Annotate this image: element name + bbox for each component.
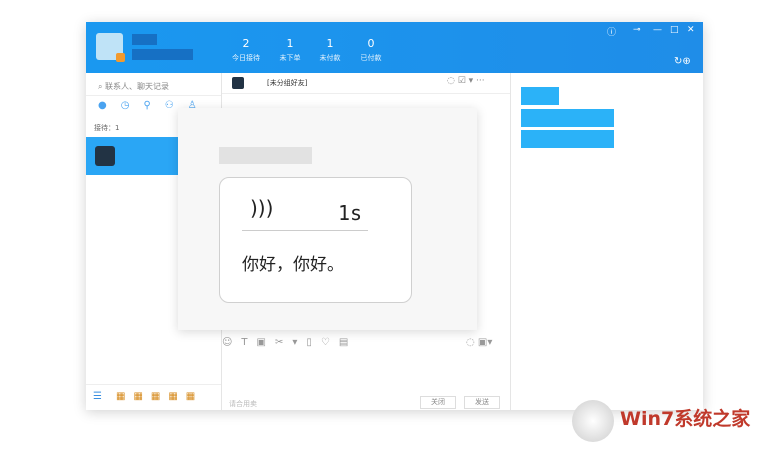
stat-label: 今日接待 xyxy=(232,54,260,62)
pin-icon[interactable]: ⊸ xyxy=(633,25,641,35)
username-redacted xyxy=(132,34,157,45)
contact-avatar xyxy=(95,146,115,166)
input-toolbar[interactable]: ☺T▣✂▾▯♡▤ xyxy=(222,337,357,348)
close-icon[interactable]: ✕ xyxy=(687,25,695,35)
input-extra-icons[interactable]: ◌ ▣▾ xyxy=(466,337,492,348)
header: 2 今日接待 1 未下单 1 未付款 0 已付款 ⓘ ⊸ — □ ✕ ↻⊕ xyxy=(86,22,703,73)
signature-redacted xyxy=(132,49,193,60)
reception-count: 接待：1 xyxy=(94,124,120,132)
app-icons[interactable]: ▦▦▦▦▦ xyxy=(116,391,203,402)
info-block xyxy=(521,109,614,127)
stat-value: 2 xyxy=(242,37,250,50)
voice-bubble[interactable]: ))) 1s 你好，你好。 xyxy=(219,177,412,303)
info-block xyxy=(521,130,614,148)
info-block xyxy=(521,87,559,105)
info-icon[interactable]: ⓘ xyxy=(607,25,616,38)
chat-avatar xyxy=(232,77,244,89)
chat-tools-icons[interactable]: ◌ ☑ ▾ ··· xyxy=(447,76,485,86)
chat-header: [未分组好友] ◌ ☑ ▾ ··· xyxy=(222,73,511,94)
voice-duration: 1s xyxy=(338,201,363,225)
stat-value: 1 xyxy=(326,37,334,50)
stat-label: 未下单 xyxy=(279,54,301,62)
stat-paid[interactable]: 0 已付款 xyxy=(351,37,391,63)
voice-transcript: 你好，你好。 xyxy=(242,255,344,275)
voice-icon: ))) xyxy=(250,196,274,220)
stat-label: 已付款 xyxy=(360,54,382,62)
stat-label: 未付款 xyxy=(319,54,341,62)
menu-icon[interactable]: ☰ xyxy=(93,391,102,402)
chat-group: [未分组好友] xyxy=(267,79,308,87)
minimize-icon[interactable]: — xyxy=(653,25,662,35)
send-button[interactable]: 发送 xyxy=(464,396,500,409)
bottom-toolbar[interactable]: ☰ ▦▦▦▦▦ xyxy=(86,384,221,411)
search-box[interactable]: ⌕ 联系人、聊天记录 xyxy=(98,81,169,92)
input-hint: 请合用卖 xyxy=(229,400,257,408)
refresh-icon[interactable]: ↻⊕ xyxy=(674,56,691,67)
stat-unpaid[interactable]: 1 未付款 xyxy=(310,37,350,63)
title-redacted xyxy=(219,147,312,164)
stat-value: 0 xyxy=(367,37,375,50)
voice-preview-dialog: ))) 1s 你好，你好。 xyxy=(178,108,477,330)
stat-unordered[interactable]: 1 未下单 xyxy=(270,37,310,63)
stat-value: 1 xyxy=(286,37,294,50)
close-button[interactable]: 关闭 xyxy=(420,396,456,409)
maximize-icon[interactable]: □ xyxy=(670,25,679,35)
search-input[interactable]: 联系人、聊天记录 xyxy=(105,82,169,91)
avatar[interactable] xyxy=(96,33,125,62)
watermark-brand: Win7系统之家 xyxy=(620,408,751,430)
stat-today[interactable]: 2 今日接待 xyxy=(226,37,266,63)
windows-logo-icon xyxy=(572,400,614,442)
